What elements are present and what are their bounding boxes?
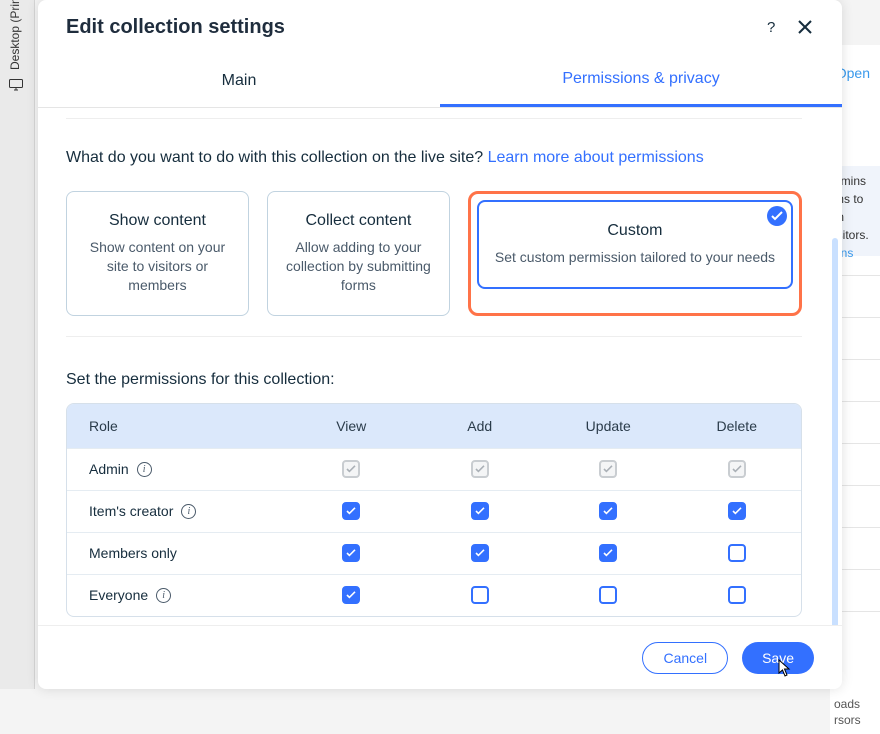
card-show-desc: Show content on your site to visitors or…: [83, 238, 232, 295]
permissions-table: Role View Add Update Delete Admini Item'…: [66, 403, 802, 617]
cb-creator-delete[interactable]: [728, 502, 746, 520]
cb-members-view[interactable]: [342, 544, 360, 562]
row-creator: Item's creator i: [67, 490, 801, 532]
role-creator-label: Item's creator: [89, 503, 173, 519]
tab-main[interactable]: Main: [38, 54, 440, 107]
question-text: What do you want to do with this collect…: [66, 149, 483, 166]
info-icon[interactable]: i: [137, 462, 152, 477]
cb-everyone-view[interactable]: [342, 586, 360, 604]
cb-creator-view[interactable]: [342, 502, 360, 520]
edit-collection-modal: Edit collection settings ? Main Permissi…: [38, 0, 842, 689]
col-role: Role: [67, 418, 287, 434]
cb-admin-delete: [728, 460, 746, 478]
col-view: View: [287, 418, 416, 434]
role-admin-label: Admin: [89, 461, 129, 477]
tab-permissions[interactable]: Permissions & privacy: [440, 54, 842, 107]
row-admin: Admini: [67, 448, 801, 490]
col-update: Update: [544, 418, 673, 434]
row-members: Members only: [67, 532, 801, 574]
cb-creator-update[interactable]: [599, 502, 617, 520]
info-icon[interactable]: i: [181, 504, 196, 519]
role-everyone-label: Everyone: [89, 587, 148, 603]
cb-everyone-add[interactable]: [471, 586, 489, 604]
bg-foot-l1: oads: [834, 696, 876, 712]
col-delete: Delete: [673, 418, 802, 434]
bg-foot-l2: rsors: [834, 712, 876, 728]
card-custom-desc: Set custom permission tailored to your n…: [495, 248, 775, 267]
cb-members-add[interactable]: [471, 544, 489, 562]
modal-title: Edit collection settings: [66, 16, 762, 39]
cursor-icon: [776, 658, 794, 683]
bg-foot: oads rsors: [830, 690, 880, 734]
info-icon[interactable]: i: [156, 588, 171, 603]
check-icon: [767, 206, 787, 226]
card-collect-desc: Allow adding to your collection by submi…: [284, 238, 433, 295]
card-show-content[interactable]: Show content Show content on your site t…: [66, 191, 249, 316]
bg-left-label: Desktop (Prima: [8, 0, 22, 70]
role-members-label: Members only: [89, 545, 177, 561]
scrollbar[interactable]: [832, 238, 838, 625]
cb-everyone-update[interactable]: [599, 586, 617, 604]
permissions-heading: Set the permissions for this collection:: [66, 371, 802, 389]
question-row: What do you want to do with this collect…: [66, 149, 802, 167]
card-custom-title: Custom: [495, 222, 775, 240]
cb-admin-update: [599, 460, 617, 478]
card-custom[interactable]: Custom Set custom permission tailored to…: [477, 200, 793, 289]
card-collect-content[interactable]: Collect content Allow adding to your col…: [267, 191, 450, 316]
col-add: Add: [416, 418, 545, 434]
card-collect-title: Collect content: [284, 212, 433, 230]
cb-members-update[interactable]: [599, 544, 617, 562]
cb-members-delete[interactable]: [728, 544, 746, 562]
cb-admin-view: [342, 460, 360, 478]
learn-more-link[interactable]: Learn more about permissions: [488, 149, 704, 166]
cancel-button[interactable]: Cancel: [642, 642, 728, 674]
close-icon[interactable]: [796, 18, 814, 36]
cb-everyone-delete[interactable]: [728, 586, 746, 604]
svg-text:?: ?: [767, 19, 775, 35]
card-show-title: Show content: [83, 212, 232, 230]
help-icon[interactable]: ?: [762, 18, 780, 36]
cb-creator-add[interactable]: [471, 502, 489, 520]
desktop-icon: [9, 78, 23, 96]
row-everyone: Everyone i: [67, 574, 801, 616]
cb-admin-add: [471, 460, 489, 478]
